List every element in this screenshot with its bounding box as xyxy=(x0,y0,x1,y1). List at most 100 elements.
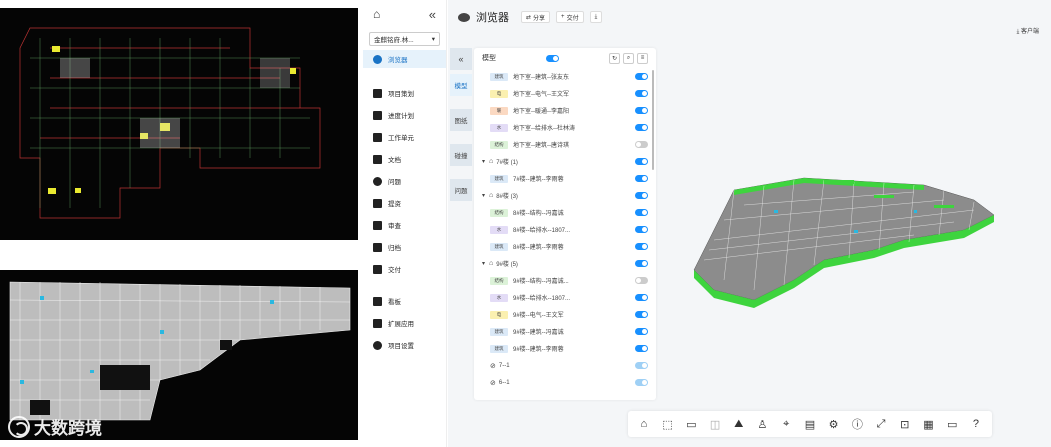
home-icon[interactable]: ⌂ xyxy=(635,418,653,430)
tree-group-row[interactable]: ▾ ⌂ 9#楼 (5) xyxy=(474,255,656,272)
watermark-logo: 大数跨境 xyxy=(8,414,102,439)
building-icon: ⌂ xyxy=(489,192,494,199)
collapse-panel-icon[interactable]: « xyxy=(450,48,472,70)
sidebar-item-archive[interactable]: 归档 xyxy=(363,236,446,258)
model-master-toggle[interactable] xyxy=(546,54,559,62)
tree-item-row[interactable]: 建筑 9#楼--建筑--李雨蓉 xyxy=(474,340,656,357)
collapse-sidebar-icon[interactable]: « xyxy=(429,7,436,22)
gear-icon[interactable]: ⚙ xyxy=(825,418,843,431)
share-button[interactable]: ⇄ 分享 xyxy=(521,11,551,23)
chevron-down-icon[interactable]: ▾ xyxy=(482,260,485,267)
tree-item-row[interactable]: 电 9#楼--电气--王文军 xyxy=(474,306,656,323)
sidebar-item-delivery[interactable]: 交付 xyxy=(363,258,446,280)
visibility-toggle[interactable] xyxy=(635,124,648,131)
tree-item-row[interactable]: 结构 地下室--建筑--唐诗琪 xyxy=(474,136,656,153)
menu-icon[interactable]: ≡ xyxy=(637,52,648,64)
tree-item-row[interactable]: 水地下室--给排水--杜林涛 xyxy=(474,119,656,136)
model-tree-panel: 模型 ↻ ⌕ ≡ 建筑 地下室--建筑--张友东电地下室--电气--王文军暖地下室… xyxy=(474,48,656,400)
sidebar-item-schedule[interactable]: 进度计划 xyxy=(363,104,446,126)
sidebar-item-issues[interactable]: 问题 xyxy=(363,170,446,192)
model-tree-list: 建筑 地下室--建筑--张友东电地下室--电气--王文军暖地下室--暖通--李嘉阳… xyxy=(474,68,656,391)
sidebar-item-settings[interactable]: 项目设置 xyxy=(363,334,446,356)
tree-item-row[interactable]: 电地下室--电气--王文军 xyxy=(474,85,656,102)
visibility-toggle[interactable] xyxy=(635,192,648,199)
discipline-tag: 暖 xyxy=(490,106,508,115)
discipline-tag: 建筑 xyxy=(490,174,508,183)
chevron-down-icon[interactable]: ▾ xyxy=(482,192,485,199)
visibility-toggle[interactable] xyxy=(635,175,648,182)
box-select-icon[interactable]: ⬚ xyxy=(659,418,677,431)
visibility-toggle[interactable] xyxy=(635,226,648,233)
search-icon[interactable]: ⌕ xyxy=(623,52,634,64)
chevron-down-icon[interactable]: ▾ xyxy=(482,158,485,165)
location-icon[interactable]: ⌖ xyxy=(777,418,795,431)
sidebar-item-browser[interactable]: 浏览器 xyxy=(363,50,446,68)
scrollbar[interactable] xyxy=(652,70,654,170)
info-icon[interactable]: ⓘ xyxy=(848,416,866,432)
page-title: 浏览器 xyxy=(476,12,509,24)
tree-item-row[interactable]: 水 9#楼--给排水--1807... xyxy=(474,289,656,306)
visibility-toggle[interactable] xyxy=(635,209,648,216)
visibility-toggle[interactable] xyxy=(635,311,648,318)
document-icon[interactable]: ▤ xyxy=(801,418,819,431)
sidebar-item-submit[interactable]: 提资 xyxy=(363,192,446,214)
discipline-tag: 电 xyxy=(490,310,508,319)
visibility-toggle[interactable] xyxy=(635,158,648,165)
sidebar-item-review[interactable]: 审查 xyxy=(363,214,446,236)
tab-drawings[interactable]: 图纸 xyxy=(450,109,472,131)
tree-group-row[interactable]: ▾ ⌂ 8#楼 (3) xyxy=(474,187,656,204)
3d-building-model[interactable] xyxy=(674,150,1014,325)
visibility-toggle[interactable] xyxy=(635,294,648,301)
measure-icon[interactable]: ▭ xyxy=(682,418,700,431)
client-download-link[interactable]: ⤓ 客户端 xyxy=(1017,26,1039,36)
home-icon[interactable]: ⌂ xyxy=(373,7,380,21)
roaming-icon[interactable]: ⛰ xyxy=(730,418,748,431)
visibility-toggle[interactable] xyxy=(635,277,648,284)
tree-item-row[interactable]: 建筑 7#楼--建筑--李雨蓉 xyxy=(474,170,656,187)
tree-item-row[interactable]: 建筑 9#楼--建筑--冯嘉诚 xyxy=(474,323,656,340)
deliver-button[interactable]: + 交付 xyxy=(556,11,584,23)
tree-item-row[interactable]: 建筑 地下室--建筑--张友东 xyxy=(474,68,656,85)
fullscreen-icon[interactable]: ⤢ xyxy=(872,418,890,431)
tree-item-row[interactable]: 结构 9#楼--结构--冯嘉诚... xyxy=(474,272,656,289)
visibility-toggle[interactable] xyxy=(635,243,648,250)
help-icon[interactable]: ? xyxy=(967,418,985,430)
sidebar-item-label: 文档 xyxy=(388,157,401,164)
download-button[interactable]: ⤓ xyxy=(589,11,603,23)
visibility-toggle[interactable] xyxy=(635,362,648,369)
discipline-tag: 结构 xyxy=(490,208,508,217)
tab-clash[interactable]: 碰撞 xyxy=(450,144,472,166)
tree-item-row[interactable]: 建筑 8#楼--建筑--李雨蓉 xyxy=(474,238,656,255)
visibility-toggle[interactable] xyxy=(635,73,648,80)
sidebar-item-apps[interactable]: 扩展应用 xyxy=(363,312,446,334)
tree-group-row[interactable]: ▾ ⌂ 7#楼 (1) xyxy=(474,153,656,170)
tree-item-row[interactable]: ⊘ 6--1 xyxy=(474,374,656,391)
folder-icon[interactable]: ⊡ xyxy=(896,418,914,431)
sidebar-item-planning[interactable]: 项目策划 xyxy=(363,82,446,104)
visibility-toggle[interactable] xyxy=(635,90,648,97)
sidebar-item-work-unit[interactable]: 工作单元 xyxy=(363,126,446,148)
visibility-toggle[interactable] xyxy=(635,345,648,352)
message-icon[interactable]: ▭ xyxy=(943,418,961,431)
discipline-tag: 水 xyxy=(490,293,508,302)
project-selector[interactable]: 金麒铭府.林... ▾ xyxy=(369,32,440,46)
tree-item-row[interactable]: 暖地下室--暖通--李嘉阳 xyxy=(474,102,656,119)
sidebar-item-documents[interactable]: 文档 xyxy=(363,148,446,170)
tree-item-row[interactable]: ⊘ 7--1 xyxy=(474,357,656,374)
section-icon[interactable]: ◫ xyxy=(706,418,724,431)
visibility-toggle[interactable] xyxy=(635,379,648,386)
tree-row-label: 8#楼--给排水--1807... xyxy=(513,228,571,234)
tree-row-label: 地下室--建筑--唐诗琪 xyxy=(513,143,569,149)
refresh-icon[interactable]: ↻ xyxy=(609,52,620,64)
sidebar-item-board[interactable]: 看板 xyxy=(363,290,446,312)
tab-model[interactable]: 模型 xyxy=(450,74,472,96)
visibility-toggle[interactable] xyxy=(635,141,648,148)
tree-item-row[interactable]: 水 8#楼--给排水--1807... xyxy=(474,221,656,238)
tree-item-row[interactable]: 结构 8#楼--结构--冯嘉诚 xyxy=(474,204,656,221)
person-icon[interactable]: ♙ xyxy=(753,418,771,431)
visibility-toggle[interactable] xyxy=(635,328,648,335)
visibility-toggle[interactable] xyxy=(635,107,648,114)
tab-issues[interactable]: 问题 xyxy=(450,179,472,201)
grid-icon[interactable]: ▦ xyxy=(919,418,937,431)
visibility-toggle[interactable] xyxy=(635,260,648,267)
